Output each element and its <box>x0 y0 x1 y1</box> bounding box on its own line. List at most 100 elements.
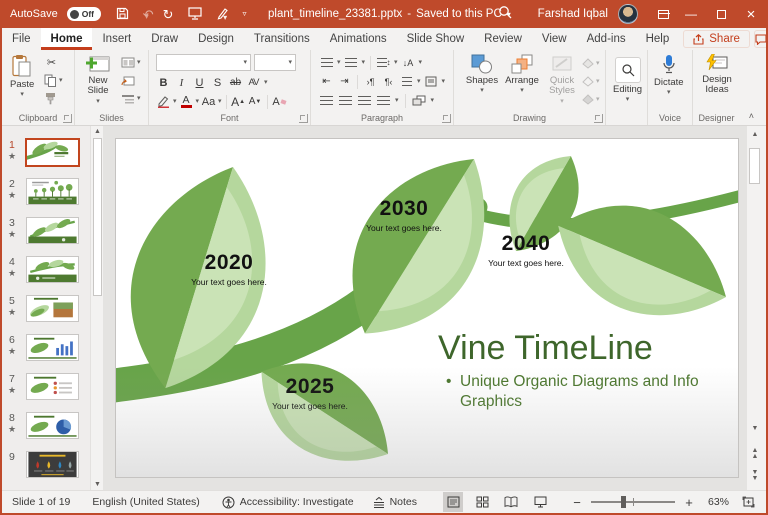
zoom-in-button[interactable]: + <box>684 495 694 510</box>
decrease-indent-button[interactable]: ⇤ <box>319 74 334 89</box>
zoom-percentage[interactable]: 63% <box>703 496 729 508</box>
slide-editing-surface[interactable]: 2020 Your text goes here. 2030 Your text… <box>115 138 739 478</box>
align-text-button[interactable] <box>424 74 439 89</box>
paragraph-dialog-launcher[interactable] <box>442 114 451 123</box>
font-color-button[interactable]: A <box>179 94 194 109</box>
align-right-button[interactable] <box>357 93 372 108</box>
reading-view-button[interactable] <box>501 492 521 512</box>
bold-button[interactable]: B <box>156 75 171 90</box>
line-spacing-button[interactable]: ↕ <box>376 55 391 70</box>
shape-outline-button[interactable]: ▾ <box>582 74 600 89</box>
notes-button[interactable]: Notes <box>373 496 417 508</box>
font-dialog-launcher[interactable] <box>299 114 308 123</box>
tab-transitions[interactable]: Transitions <box>244 28 320 50</box>
arrange-button[interactable]: Arrange ▾ <box>502 54 542 94</box>
dictate-button[interactable]: Dictate ▾ <box>654 54 684 96</box>
tab-insert[interactable]: Insert <box>92 28 141 50</box>
bullets-caret-icon[interactable]: ▾ <box>337 60 341 66</box>
highlight-caret-icon[interactable]: ▾ <box>173 99 177 105</box>
start-slideshow-icon[interactable] <box>188 7 202 22</box>
clipboard-dialog-launcher[interactable] <box>63 114 72 123</box>
thumbnail-slide-6[interactable]: 6 ★ <box>2 334 90 361</box>
zoom-slider-thumb[interactable] <box>621 496 626 508</box>
convert-smartart-button[interactable] <box>412 93 427 108</box>
slide-title[interactable]: Vine TimeLine <box>438 329 738 368</box>
comments-button[interactable] <box>754 30 768 48</box>
milestone-2025[interactable]: 2025 Your text goes here. <box>225 375 395 411</box>
canvas-scrollbar-thumb[interactable] <box>749 148 760 184</box>
ribbon-display-options-icon[interactable] <box>650 0 676 28</box>
canvas-scrollbar[interactable]: ▲ ▼ ▲▲ ▼▼ <box>747 126 763 490</box>
collapse-ribbon-icon[interactable]: ˄ <box>749 111 754 121</box>
italic-button[interactable]: I <box>174 75 189 90</box>
cut-button[interactable]: ✂ <box>44 55 63 70</box>
thumbnail-scrollbar-thumb[interactable] <box>93 138 102 296</box>
scroll-down-icon[interactable]: ▼ <box>747 426 763 432</box>
design-ideas-button[interactable]: Design Ideas <box>698 54 736 96</box>
font-color-caret-icon[interactable]: ▾ <box>196 99 200 105</box>
tab-home[interactable]: Home <box>41 28 93 50</box>
share-button[interactable]: Share <box>683 30 750 48</box>
change-case-caret-icon[interactable]: ▾ <box>218 99 222 105</box>
slide-sorter-view-button[interactable] <box>472 492 492 512</box>
next-slide-button[interactable]: ▼▼ <box>747 470 763 483</box>
grow-font-button[interactable]: A▲ <box>231 94 246 109</box>
thumbnail-slide-1[interactable]: 1 ★ <box>2 139 90 166</box>
columns-caret-icon[interactable]: ▾ <box>417 79 421 85</box>
close-button[interactable]: × <box>736 0 766 28</box>
strikethrough-button[interactable]: ab <box>228 75 243 90</box>
customize-qat-icon[interactable]: ▿ <box>243 10 247 18</box>
zoom-slider[interactable] <box>591 501 675 503</box>
undo-icon[interactable]: ↶▾ <box>143 8 149 21</box>
tab-file[interactable]: File <box>2 28 41 50</box>
thumbnail-slide-8[interactable]: 8 ★ <box>2 412 90 439</box>
justify-caret-icon[interactable]: ▾ <box>395 98 399 104</box>
shrink-font-button[interactable]: A▼ <box>248 94 263 109</box>
tab-add-ins[interactable]: Add-ins <box>577 28 636 50</box>
font-name-combo[interactable]: ▾ <box>156 54 251 71</box>
drawing-dialog-launcher[interactable] <box>594 114 603 123</box>
tab-animations[interactable]: Animations <box>320 28 397 50</box>
language-indicator[interactable]: English (United States) <box>92 496 199 508</box>
clear-formatting-button[interactable]: A <box>272 94 287 109</box>
tab-help[interactable]: Help <box>636 28 680 50</box>
convert-smartart-caret-icon[interactable]: ▾ <box>431 98 435 104</box>
tab-draw[interactable]: Draw <box>141 28 188 50</box>
slideshow-view-button[interactable] <box>530 492 550 512</box>
character-spacing-caret-icon[interactable]: ▾ <box>264 80 268 86</box>
shape-fill-button[interactable]: ▾ <box>582 56 600 71</box>
document-title[interactable]: plant_timeline_23381.pptx - Saved to thi… <box>268 0 511 28</box>
layout-button[interactable]: ▾ <box>121 55 141 70</box>
ink-tools-icon[interactable]: ▾ <box>216 7 229 22</box>
shapes-button[interactable]: Shapes ▾ <box>464 54 500 94</box>
slide-bullet-text[interactable]: • Unique Organic Diagrams and Info Graph… <box>446 372 739 412</box>
search-icon[interactable] <box>488 5 522 24</box>
format-painter-button[interactable] <box>44 91 63 106</box>
columns-button[interactable] <box>399 74 414 89</box>
numbering-button[interactable] <box>344 55 359 70</box>
font-size-combo[interactable]: ▾ <box>254 54 296 71</box>
text-highlight-button[interactable] <box>156 94 171 109</box>
thumbnail-slide-9[interactable]: 9 <box>2 451 90 478</box>
justify-button[interactable] <box>376 93 391 108</box>
tab-view[interactable]: View <box>532 28 577 50</box>
user-avatar[interactable] <box>618 4 638 24</box>
underline-button[interactable]: U <box>192 75 207 90</box>
numbering-caret-icon[interactable]: ▾ <box>362 60 366 66</box>
quick-styles-button[interactable]: Quick Styles ▾ <box>544 54 580 104</box>
text-direction-caret-icon[interactable]: ▾ <box>419 60 423 66</box>
thumbnail-scrollbar[interactable]: ▲ ▼ <box>90 126 103 490</box>
align-text-caret-icon[interactable]: ▾ <box>442 79 446 85</box>
milestone-2040[interactable]: 2040 Your text goes here. <box>441 232 611 268</box>
thumbnail-slide-3[interactable]: 3 ★ <box>2 217 90 244</box>
thumbnail-slide-5[interactable]: 5 ★ <box>2 295 90 322</box>
tab-design[interactable]: Design <box>188 28 244 50</box>
save-icon[interactable] <box>116 7 129 22</box>
thumbnail-slide-2[interactable]: 2 ★ <box>2 178 90 205</box>
paste-button[interactable]: Paste ▾ <box>10 54 34 98</box>
rtl-button[interactable]: ¶‹ <box>381 74 396 89</box>
shape-effects-button[interactable]: ▾ <box>582 92 600 107</box>
change-case-button[interactable]: Aa <box>201 94 216 109</box>
tab-review[interactable]: Review <box>474 28 532 50</box>
autosave-toggle[interactable]: Off <box>67 7 101 21</box>
